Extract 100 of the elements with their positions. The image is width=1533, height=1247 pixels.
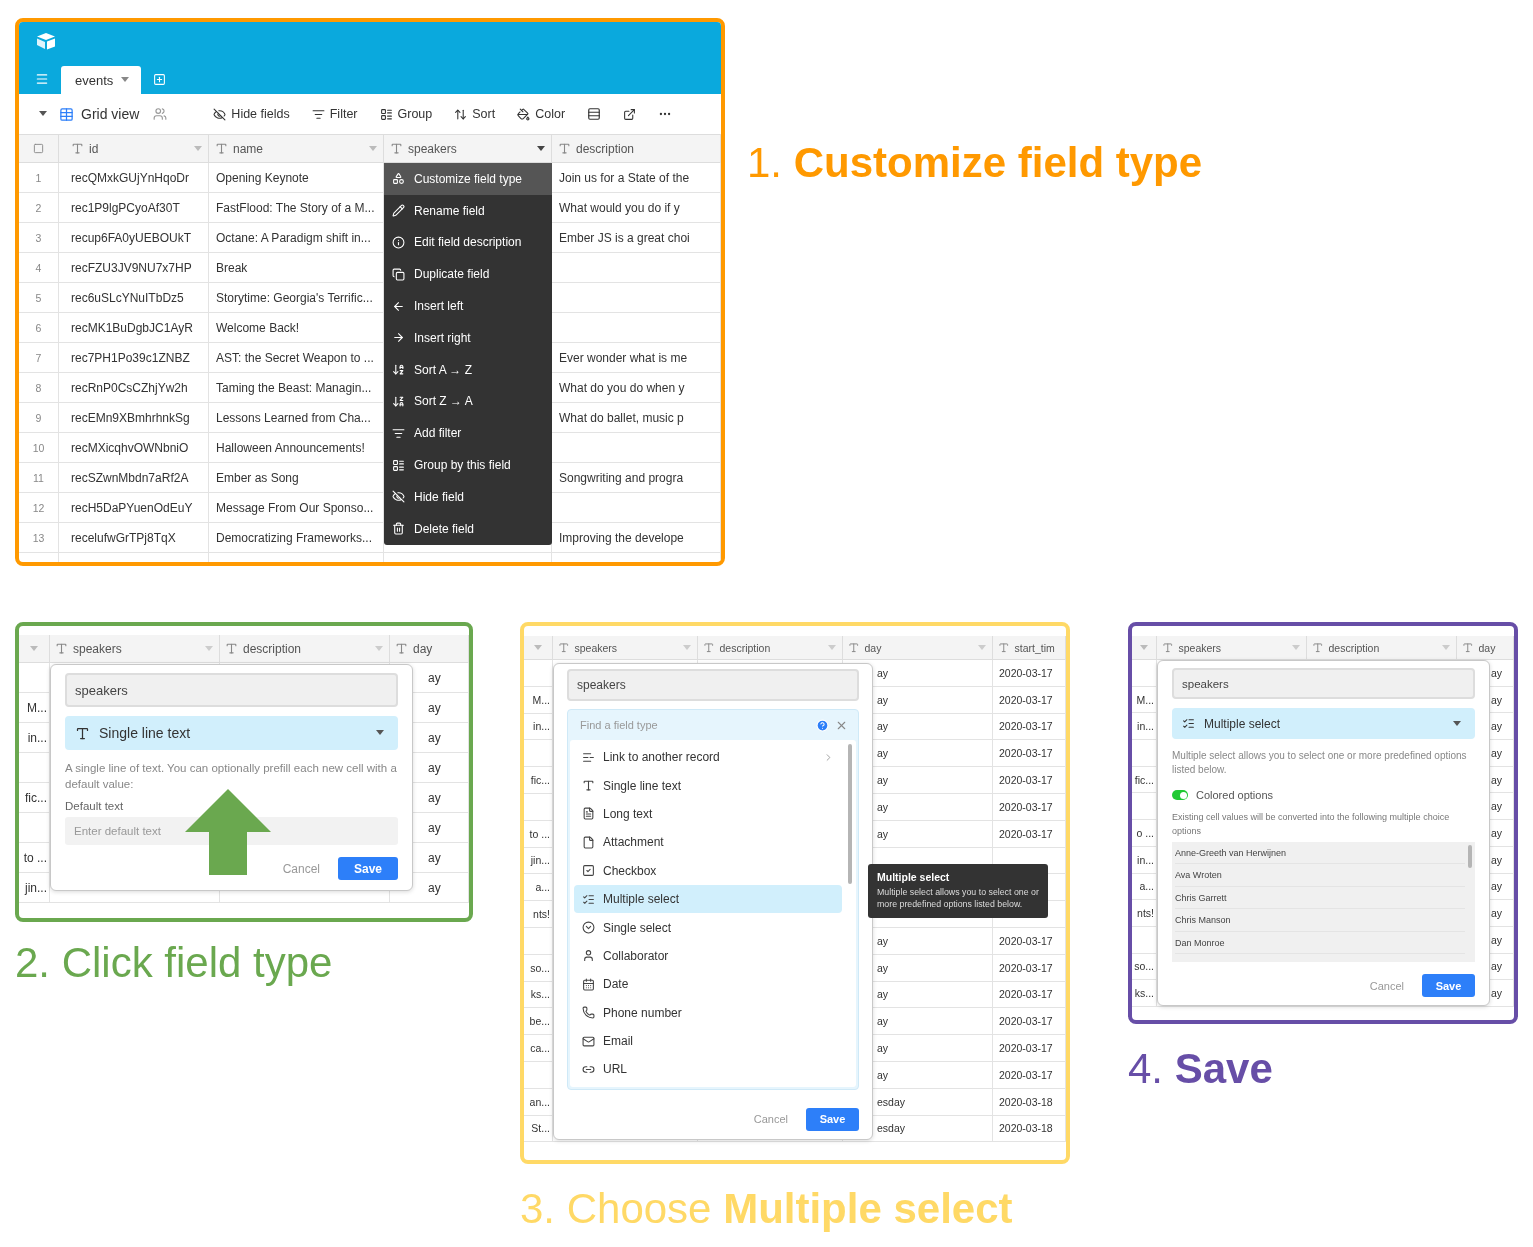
toolbar-button[interactable]: Group	[379, 107, 433, 121]
caret-icon	[1453, 720, 1461, 727]
field-type-option[interactable]: Date	[574, 970, 842, 999]
arrow-icon	[185, 789, 271, 875]
toolbar-button[interactable]: Hide fields	[213, 107, 290, 121]
column-header[interactable]: description	[552, 135, 721, 163]
field-type-option[interactable]: Multiple select	[574, 884, 842, 914]
field-type-option[interactable]: Collaborator	[574, 941, 842, 971]
text-field-icon	[1162, 641, 1174, 654]
column-header[interactable]: description	[1307, 636, 1457, 660]
table-cell: rec7PH1Po39c1ZNBZ	[59, 343, 209, 373]
field-name-input[interactable]: speakers	[567, 669, 859, 701]
field-type-option[interactable]: Email	[574, 1026, 842, 1056]
menu-item[interactable]: Sort Z → A	[384, 385, 552, 418]
field-name-input[interactable]: speakers	[65, 673, 398, 707]
field-type-option[interactable]: Attachment	[574, 828, 842, 857]
row-height-icon[interactable]	[587, 107, 602, 121]
menu-item[interactable]: Hide field	[384, 480, 552, 513]
column-name: day	[864, 641, 883, 654]
column-header[interactable]: speakers	[1157, 636, 1307, 660]
menu-icon[interactable]	[35, 72, 49, 86]
list-icon	[582, 750, 595, 764]
field-type-select[interactable]: Single line text	[65, 716, 398, 750]
menu-item[interactable]: Rename field	[384, 194, 552, 227]
tooltip-title: Multiple select	[877, 871, 951, 883]
column-header[interactable]	[524, 636, 553, 660]
search-field[interactable]: Find a field type	[578, 718, 810, 732]
scrollbar[interactable]	[848, 744, 852, 884]
column-header[interactable]	[19, 635, 50, 663]
menu-item[interactable]: Insert left	[384, 290, 552, 322]
field-type-option[interactable]: Long text	[574, 799, 842, 829]
toolbar-button[interactable]: Sort	[454, 107, 496, 121]
toolbar-button[interactable]: Color	[517, 107, 566, 121]
save-button[interactable]: Save	[806, 1107, 859, 1131]
help-icon[interactable]	[816, 718, 829, 732]
field-type-option[interactable]: Single line text	[574, 771, 842, 800]
step-caption: 1. Customize field type	[747, 140, 1203, 187]
field-type-option[interactable]: Checkbox	[574, 856, 842, 885]
column-header[interactable]: speakers	[384, 135, 552, 163]
column-header[interactable]	[19, 135, 59, 163]
field-type-option[interactable]: Single select	[574, 913, 842, 942]
field-type-select[interactable]: Multiple select	[1172, 708, 1475, 739]
caret-icon	[534, 644, 542, 651]
filter-icon	[392, 426, 405, 440]
sort-icon	[454, 107, 468, 121]
save-button[interactable]: Save	[1422, 974, 1475, 998]
menu-item[interactable]: Customize field type	[384, 163, 552, 195]
column-header[interactable]: day	[843, 636, 993, 660]
row-number: 3	[19, 223, 59, 253]
text-field-icon	[395, 642, 408, 655]
column-header[interactable]: start_tim	[993, 636, 1066, 660]
field-type-option[interactable]: Link to another record	[574, 743, 842, 772]
column-header[interactable]	[1132, 636, 1157, 660]
arrow-left-icon	[392, 299, 405, 313]
field-type-option[interactable]: URL	[574, 1055, 842, 1084]
toggle-switch[interactable]	[1172, 790, 1188, 800]
menu-item[interactable]: Delete field	[384, 512, 552, 545]
table-tab[interactable]: events	[61, 66, 142, 94]
column-name: day	[1478, 641, 1497, 654]
column-header[interactable]: description	[220, 635, 390, 663]
eye-off-icon	[213, 107, 227, 121]
field-type-option[interactable]: Phone number	[574, 998, 842, 1027]
step-caption: 2. Click field type	[15, 940, 334, 987]
field-label: Default text	[65, 800, 125, 813]
column-header[interactable]: speakers	[553, 636, 698, 660]
column-name: description	[719, 641, 772, 654]
scrollbar[interactable]	[1468, 844, 1472, 868]
text-field-icon	[215, 142, 228, 155]
table-cell: 2020-03-17	[993, 981, 1066, 1009]
table-cell: rec6uSLcYNuITbDz5	[59, 283, 209, 313]
menu-item[interactable]: Insert right	[384, 322, 552, 354]
toolbar-button[interactable]: Filter	[311, 107, 358, 121]
column-header[interactable]: id	[59, 135, 209, 163]
list-check-icon	[1182, 717, 1195, 730]
table-cell: 2020-03-17	[993, 660, 1066, 687]
share-icon[interactable]	[623, 107, 637, 121]
row-number: 4	[19, 253, 59, 283]
checkbox-icon[interactable]	[33, 143, 44, 154]
column-header[interactable]: day	[390, 635, 469, 663]
caret-icon	[978, 644, 986, 651]
menu-item[interactable]: Duplicate field	[384, 258, 552, 291]
column-header[interactable]: day	[1457, 636, 1514, 660]
row-number: 8	[19, 373, 59, 403]
row-number: 12	[19, 493, 59, 523]
column-header[interactable]: name	[209, 135, 384, 163]
menu-item[interactable]: Add filter	[384, 417, 552, 450]
row-number: 10	[19, 433, 59, 463]
column-header[interactable]: description	[698, 636, 843, 660]
column-header[interactable]: speakers	[50, 635, 220, 663]
file-icon	[582, 835, 595, 849]
users-icon[interactable]	[153, 107, 168, 121]
add-table-icon[interactable]	[153, 73, 167, 86]
menu-item[interactable]: Sort A → Z	[384, 353, 552, 386]
column-name: speakers	[1178, 641, 1223, 654]
field-name-input[interactable]: speakers	[1172, 668, 1475, 699]
menu-item[interactable]: Edit field description	[384, 226, 552, 259]
view-button[interactable]: Grid view	[59, 106, 140, 122]
save-button[interactable]: Save	[338, 857, 398, 881]
menu-item[interactable]: Group by this field	[384, 449, 552, 481]
column-name: description	[243, 641, 303, 656]
